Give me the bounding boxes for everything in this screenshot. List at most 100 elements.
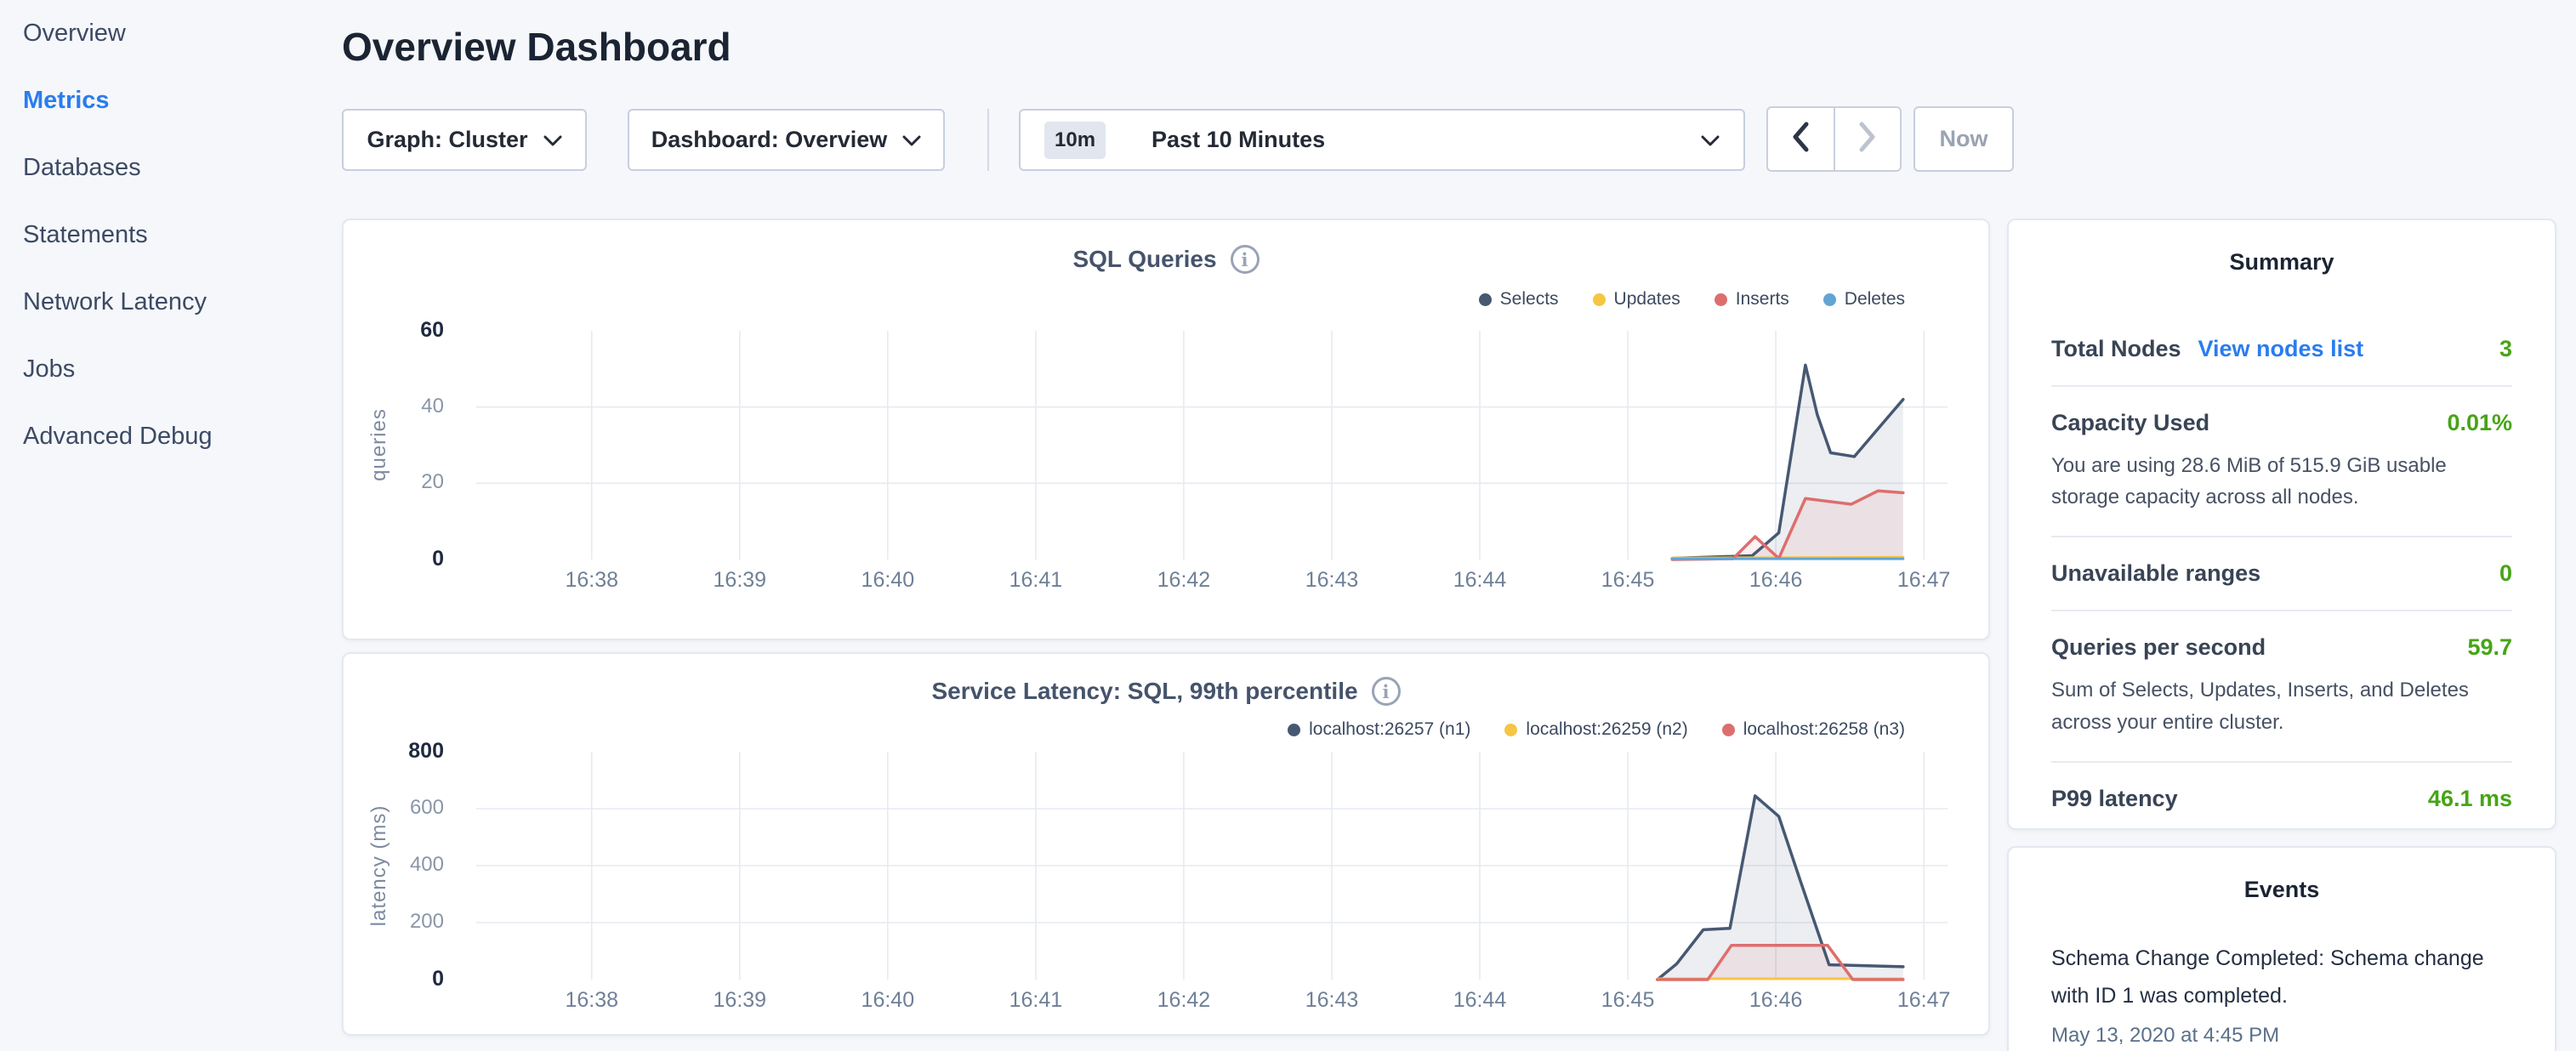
sidebar-item-network-latency[interactable]: Network Latency (0, 269, 328, 336)
legend-label: localhost:26257 (n1) (1309, 719, 1470, 740)
sql-queries-plot[interactable] (476, 331, 1948, 560)
graph-dropdown-label: Graph: Cluster (367, 127, 527, 153)
x-tick-label: 16:43 (1272, 988, 1391, 1013)
chevron-down-icon (1701, 127, 1720, 153)
events-heading: Events (2051, 877, 2512, 903)
summary-row-label: Queries per second (2051, 634, 2266, 661)
x-tick-label: 16:44 (1420, 988, 1539, 1013)
info-icon[interactable]: i (1372, 677, 1401, 706)
legend-dot-icon (1479, 293, 1492, 306)
page-title: Overview Dashboard (342, 24, 731, 70)
service-latency-plot[interactable] (476, 752, 1948, 980)
legend-label: localhost:26259 (n2) (1526, 719, 1687, 740)
previous-time-button[interactable] (1768, 108, 1834, 170)
summary-row-description: You are using 28.6 MiB of 515.9 GiB usab… (2051, 450, 2512, 513)
dashboard-dropdown-label: Dashboard: Overview (651, 127, 888, 153)
summary-row-value: 3 (2499, 336, 2512, 362)
legend-dot-icon (1722, 724, 1735, 736)
summary-row-value: 46.1 ms (2428, 786, 2512, 812)
legend-label: localhost:26258 (n3) (1743, 719, 1905, 740)
events-list: Schema Change Completed: Schema change w… (2051, 940, 2512, 1048)
sidebar-item-jobs[interactable]: Jobs (0, 336, 328, 403)
legend-label: Inserts (1736, 289, 1789, 310)
chevron-down-icon (543, 127, 562, 153)
legend-item-selects: Selects (1479, 289, 1559, 310)
x-tick-label: 16:43 (1272, 568, 1391, 593)
sidebar-item-overview[interactable]: Overview (0, 0, 328, 67)
toolbar-divider (987, 109, 989, 171)
x-tick-label: 16:40 (828, 568, 947, 593)
summary-row-label: P99 latency (2051, 786, 2178, 812)
legend-item-localhost-26259-n2-: localhost:26259 (n2) (1504, 719, 1687, 740)
y-tick-label: 0 (350, 967, 444, 991)
time-range-dropdown[interactable]: 10m Past 10 Minutes (1019, 109, 1745, 171)
event-message: Schema Change Completed: Schema change w… (2051, 940, 2512, 1015)
legend-item-inserts: Inserts (1714, 289, 1789, 310)
y-tick-label: 400 (350, 853, 444, 877)
x-tick-label: 16:47 (1864, 988, 1983, 1013)
legend-item-updates: Updates (1593, 289, 1680, 310)
legend-dot-icon (1823, 293, 1836, 306)
x-tick-label: 16:41 (976, 988, 1095, 1013)
time-range-badge: 10m (1044, 122, 1106, 159)
sidebar-item-advanced-debug[interactable]: Advanced Debug (0, 403, 328, 470)
summary-heading: Summary (2051, 249, 2512, 276)
chevron-down-icon (902, 127, 921, 153)
legend-label: Updates (1614, 289, 1680, 310)
summary-row: P99 latency 46.1 ms (2051, 761, 2512, 835)
sql-queries-legend: Selects Updates Inserts Deletes (1479, 289, 1905, 310)
view-nodes-list-link[interactable]: View nodes list (2198, 336, 2364, 362)
y-tick-label: 0 (350, 547, 444, 571)
legend-dot-icon (1714, 293, 1727, 306)
legend-label: Selects (1500, 289, 1559, 310)
x-tick-label: 16:44 (1420, 568, 1539, 593)
summary-row-label: Unavailable ranges (2051, 560, 2260, 587)
sidebar-item-statements[interactable]: Statements (0, 202, 328, 269)
legend-item-deletes: Deletes (1823, 289, 1905, 310)
summary-row-value: 0.01% (2447, 410, 2512, 436)
summary-panel: Summary Total Nodes View nodes list 3 Capac… (2007, 219, 2556, 830)
legend-dot-icon (1288, 724, 1300, 736)
graph-dropdown[interactable]: Graph: Cluster (342, 109, 587, 171)
x-tick-label: 16:41 (976, 568, 1095, 593)
legend-dot-icon (1593, 293, 1606, 306)
now-button[interactable]: Now (1914, 106, 2014, 172)
events-panel: Events Schema Change Completed: Schema c… (2007, 846, 2556, 1051)
sidebar-item-metrics[interactable]: Metrics (0, 67, 328, 134)
summary-rows: Total Nodes View nodes list 3 Capacity Used… (2051, 313, 2512, 835)
sidebar-nav: OverviewMetricsDatabasesStatementsNetwor… (0, 0, 328, 1051)
x-tick-label: 16:46 (1716, 988, 1835, 1013)
x-tick-label: 16:38 (532, 988, 651, 1013)
info-icon[interactable]: i (1231, 245, 1260, 274)
summary-row: Capacity Used 0.01% You are using 28.6 MiB… (2051, 385, 2512, 536)
overview-dashboard-page: OverviewMetricsDatabasesStatementsNetwor… (0, 0, 2576, 1051)
chevron-left-icon (1791, 122, 1810, 156)
sidebar-item-databases[interactable]: Databases (0, 134, 328, 202)
time-range-label: Past 10 Minutes (1152, 127, 1325, 153)
summary-row-value: 59.7 (2467, 634, 2512, 661)
chevron-right-icon (1858, 122, 1877, 156)
y-tick-label: 600 (350, 796, 444, 820)
summary-row: Total Nodes View nodes list 3 (2051, 313, 2512, 385)
legend-item-localhost-26258-n3-: localhost:26258 (n3) (1722, 719, 1905, 740)
summary-row: Unavailable ranges 0 (2051, 536, 2512, 610)
summary-row-label: Total Nodes (2051, 336, 2181, 362)
x-tick-label: 16:42 (1124, 568, 1243, 593)
x-tick-label: 16:38 (532, 568, 651, 593)
time-step-button-group (1766, 106, 1902, 172)
dashboard-dropdown[interactable]: Dashboard: Overview (628, 109, 945, 171)
y-tick-label: 40 (350, 395, 444, 418)
x-tick-label: 16:39 (680, 988, 799, 1013)
next-time-button[interactable] (1834, 108, 1901, 170)
x-tick-label: 16:39 (680, 568, 799, 593)
legend-label: Deletes (1845, 289, 1905, 310)
summary-row-description: Sum of Selects, Updates, Inserts, and De… (2051, 674, 2512, 737)
x-tick-label: 16:42 (1124, 988, 1243, 1013)
y-tick-label: 200 (350, 910, 444, 934)
summary-row: Queries per second 59.7 Sum of Selects, Up… (2051, 610, 2512, 760)
summary-row-value: 0 (2499, 560, 2512, 587)
y-tick-label: 60 (350, 318, 444, 343)
x-tick-label: 16:45 (1568, 988, 1687, 1013)
x-tick-label: 16:47 (1864, 568, 1983, 593)
summary-row-label: Capacity Used (2051, 410, 2209, 436)
